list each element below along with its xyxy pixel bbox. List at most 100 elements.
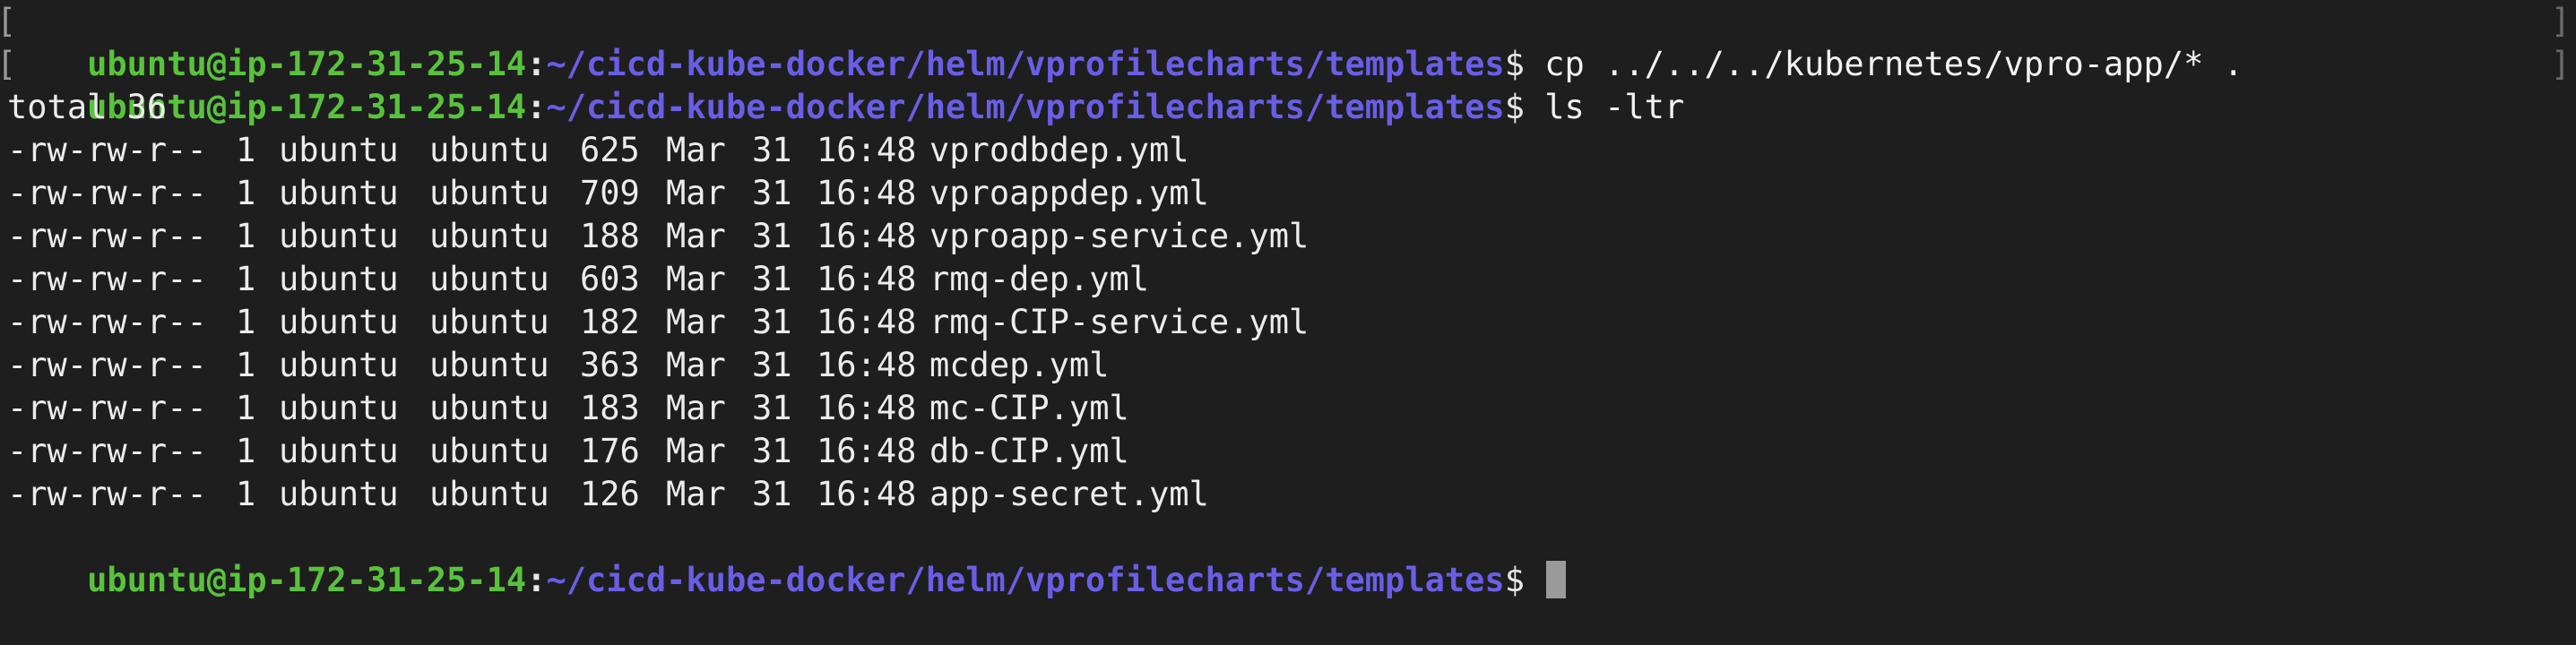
file-day: 31 [752, 432, 792, 470]
file-time: 16:48 [817, 475, 917, 513]
file-owner: ubuntu [279, 217, 399, 255]
terminal-window[interactable]: [] ubuntu@ip-172-31-25-14:~/cicd-kube-doc… [0, 0, 2576, 613]
listing-row: -rw-rw-r-- 1 ubuntu ubuntu 126 Mar 31 16:48 app-… [0, 473, 2576, 516]
file-size: 363 [580, 346, 640, 384]
listing-row: -rw-rw-r-- 1 ubuntu ubuntu 603 Mar 31 16:48 rmq-… [0, 258, 2576, 301]
file-time: 16:48 [817, 346, 917, 384]
listing-row: -rw-rw-r-- 1 ubuntu ubuntu 188 Mar 31 16:48 vpro… [0, 215, 2576, 258]
file-links: 1 [236, 303, 256, 341]
file-group: ubuntu [429, 217, 549, 255]
file-size: 176 [580, 432, 640, 470]
file-size: 603 [580, 260, 640, 298]
file-day: 31 [752, 260, 792, 298]
file-listing: -rw-rw-r-- 1 ubuntu ubuntu 625 Mar 31 16:48 vpro… [0, 129, 2576, 516]
file-permissions: -rw-rw-r-- [7, 389, 207, 427]
prompt-dollar: $ [1504, 561, 1525, 599]
file-day: 31 [752, 303, 792, 341]
file-name: mcdep.yml [929, 346, 1110, 384]
file-permissions: -rw-rw-r-- [7, 131, 207, 169]
file-group: ubuntu [429, 303, 549, 341]
listing-row: -rw-rw-r-- 1 ubuntu ubuntu 709 Mar 31 16:48 vpro… [0, 172, 2576, 215]
file-month: Mar [666, 389, 726, 427]
file-month: Mar [666, 303, 726, 341]
file-group: ubuntu [429, 389, 549, 427]
listing-row: -rw-rw-r-- 1 ubuntu ubuntu 176 Mar 31 16:48 db-C… [0, 430, 2576, 473]
file-day: 31 [752, 174, 792, 212]
file-group: ubuntu [429, 475, 549, 513]
file-time: 16:48 [817, 260, 917, 298]
file-group: ubuntu [429, 131, 549, 169]
file-size: 182 [580, 303, 640, 341]
file-time: 16:48 [817, 432, 917, 470]
file-day: 31 [752, 217, 792, 255]
file-links: 1 [236, 217, 256, 255]
file-permissions: -rw-rw-r-- [7, 303, 207, 341]
file-time: 16:48 [817, 131, 917, 169]
file-permissions: -rw-rw-r-- [7, 346, 207, 384]
file-links: 1 [236, 475, 256, 513]
file-permissions: -rw-rw-r-- [7, 260, 207, 298]
listing-row: -rw-rw-r-- 1 ubuntu ubuntu 182 Mar 31 16:48 rmq-… [0, 301, 2576, 344]
file-links: 1 [236, 346, 256, 384]
file-month: Mar [666, 131, 726, 169]
left-edge-bracket: [ [0, 43, 16, 86]
file-links: 1 [236, 260, 256, 298]
file-day: 31 [752, 346, 792, 384]
output-total-line: total 36 [7, 88, 168, 126]
file-month: Mar [666, 475, 726, 513]
file-owner: ubuntu [279, 303, 399, 341]
file-size: 188 [580, 217, 640, 255]
file-name: vprodbdep.yml [929, 131, 1189, 169]
prompt-line-cp: []ubuntu@ip-172-31-25-14:~/cicd-kube-doc… [0, 0, 2576, 83]
right-edge-bracket: ] [2550, 45, 2571, 83]
file-owner: ubuntu [279, 346, 399, 384]
file-name: rmq-CIP-service.yml [929, 303, 1310, 341]
prompt-colon: : [526, 561, 547, 599]
file-size: 709 [580, 174, 640, 212]
file-time: 16:48 [817, 303, 917, 341]
file-month: Mar [666, 217, 726, 255]
file-permissions: -rw-rw-r-- [7, 432, 207, 470]
file-month: Mar [666, 260, 726, 298]
file-owner: ubuntu [279, 475, 399, 513]
file-links: 1 [236, 389, 256, 427]
prompt-path: ~/cicd-kube-docker/helm/vprofilecharts/t… [546, 561, 1505, 599]
file-owner: ubuntu [279, 389, 399, 427]
file-owner: ubuntu [279, 174, 399, 212]
file-permissions: -rw-rw-r-- [7, 217, 207, 255]
prompt-user-host: ubuntu@ip-172-31-25-14 [87, 561, 527, 599]
file-day: 31 [752, 131, 792, 169]
file-permissions: -rw-rw-r-- [7, 174, 207, 212]
file-links: 1 [236, 432, 256, 470]
listing-row: -rw-rw-r-- 1 ubuntu ubuntu 183 Mar 31 16:48 mc-C… [0, 387, 2576, 430]
prompt-line-ls: []ubuntu@ip-172-31-25-14:~/cicd-kube-doc… [0, 43, 2576, 126]
file-owner: ubuntu [279, 131, 399, 169]
listing-row: -rw-rw-r-- 1 ubuntu ubuntu 625 Mar 31 16:48 vpro… [0, 129, 2576, 172]
file-name: vproappdep.yml [929, 174, 1209, 212]
text-cursor[interactable] [1546, 561, 1567, 598]
left-edge-bracket: [ [0, 0, 16, 43]
file-owner: ubuntu [279, 432, 399, 470]
listing-row: -rw-rw-r-- 1 ubuntu ubuntu 363 Mar 31 16:48 mcde… [0, 344, 2576, 387]
file-size: 183 [580, 389, 640, 427]
file-owner: ubuntu [279, 260, 399, 298]
file-month: Mar [666, 432, 726, 470]
file-name: db-CIP.yml [929, 432, 1129, 470]
file-time: 16:48 [817, 389, 917, 427]
file-day: 31 [752, 475, 792, 513]
file-name: mc-CIP.yml [929, 389, 1129, 427]
file-time: 16:48 [817, 174, 917, 212]
prompt-line-current: ubuntu@ip-172-31-25-14:~/cicd-kube-docke… [0, 516, 2576, 599]
file-group: ubuntu [429, 432, 549, 470]
file-name: app-secret.yml [929, 475, 1209, 513]
file-month: Mar [666, 346, 726, 384]
file-name: vproapp-service.yml [929, 217, 1310, 255]
right-edge-bracket: ] [2550, 2, 2571, 40]
file-time: 16:48 [817, 217, 917, 255]
file-name: rmq-dep.yml [929, 260, 1150, 298]
file-permissions: -rw-rw-r-- [7, 475, 207, 513]
file-links: 1 [236, 174, 256, 212]
file-group: ubuntu [429, 260, 549, 298]
file-day: 31 [752, 389, 792, 427]
file-size: 625 [580, 131, 640, 169]
